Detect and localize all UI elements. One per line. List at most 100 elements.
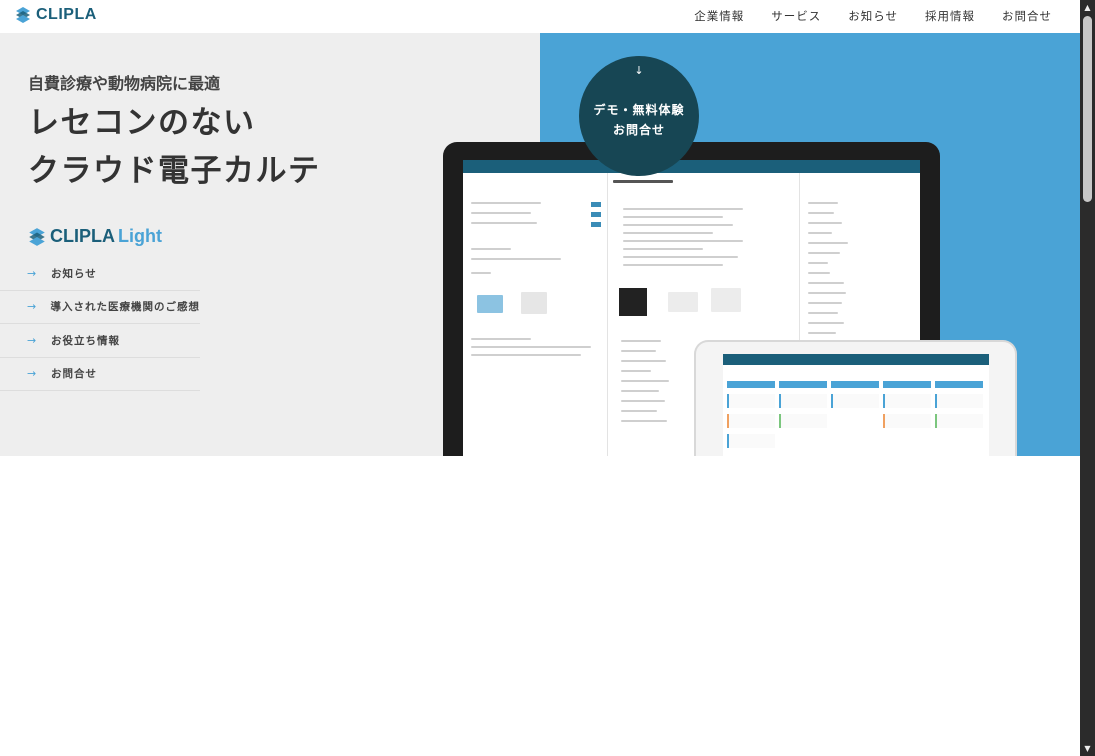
app-text-line bbox=[808, 242, 848, 244]
hero-title-line2: クラウド電子カルテ bbox=[28, 153, 321, 189]
app-text-line bbox=[808, 332, 836, 334]
app-text-line bbox=[471, 354, 581, 356]
clipla-light-logo-icon bbox=[29, 227, 45, 246]
app-text-line bbox=[621, 370, 651, 372]
page: CLIPLA 企業情報 サービス お知らせ 採用情報 お問合せ 自費診療や動物病… bbox=[0, 0, 1095, 756]
sub-menu-item-resources[interactable]: → お役立ち情報 bbox=[0, 324, 200, 358]
app-text-line bbox=[808, 222, 842, 224]
tablet-app-header bbox=[723, 354, 989, 365]
app-text-line bbox=[621, 350, 656, 352]
sub-menu-label: お問合せ bbox=[51, 368, 97, 381]
nav-services[interactable]: サービス bbox=[771, 8, 821, 24]
page-scrollbar[interactable]: ▲ ▼ bbox=[1080, 0, 1095, 756]
main-nav: 企業情報 サービス お知らせ 採用情報 お問合せ bbox=[694, 8, 1052, 24]
app-text-line bbox=[623, 264, 723, 266]
app-text-line bbox=[621, 420, 667, 422]
tablet-card bbox=[935, 394, 983, 408]
app-text-line bbox=[471, 272, 491, 274]
clipla-logo-icon bbox=[16, 7, 30, 23]
app-text-line bbox=[621, 360, 666, 362]
tablet-mockup-image bbox=[694, 340, 1017, 456]
arrow-down-icon: ↓ bbox=[634, 64, 644, 77]
hero-subtitle: 自費診療や動物病院に最適 bbox=[28, 74, 221, 93]
app-text-line bbox=[471, 222, 537, 224]
demo-label-line1: デモ・無料体験 bbox=[593, 103, 685, 117]
app-xray-image bbox=[619, 288, 647, 316]
tablet-lane bbox=[831, 381, 879, 388]
sub-menu-label: お役立ち情報 bbox=[51, 334, 120, 347]
clipla-light-logo: CLIPLA Light bbox=[27, 226, 162, 247]
app-text-line bbox=[621, 340, 661, 342]
app-text-line bbox=[623, 232, 713, 234]
tablet-card bbox=[883, 414, 931, 428]
app-text-line bbox=[623, 256, 738, 258]
app-thumbnail bbox=[521, 292, 547, 314]
app-text-line bbox=[623, 208, 743, 210]
tablet-card bbox=[727, 414, 775, 428]
app-text-line bbox=[808, 282, 844, 284]
arrow-right-icon: → bbox=[27, 367, 37, 381]
app-text-line bbox=[623, 216, 723, 218]
scrollbar-thumb[interactable] bbox=[1083, 16, 1092, 202]
app-text-line bbox=[808, 252, 840, 254]
sub-menu-item-testimonials[interactable]: → 導入された医療機関のご感想 bbox=[0, 291, 200, 324]
tablet-lane bbox=[779, 381, 827, 388]
scroll-up-icon[interactable]: ▲ bbox=[1080, 0, 1095, 15]
scroll-down-icon[interactable]: ▼ bbox=[1080, 741, 1095, 756]
app-text-line bbox=[471, 338, 531, 340]
app-text-line bbox=[808, 262, 828, 264]
demo-trial-button[interactable]: ↓ デモ・無料体験 お問合せ bbox=[579, 56, 699, 176]
tablet-card bbox=[883, 394, 931, 408]
app-text-line bbox=[623, 240, 743, 242]
app-tag bbox=[591, 202, 601, 207]
app-thumbnail bbox=[477, 295, 503, 313]
tablet-lane bbox=[727, 381, 775, 388]
tablet-card bbox=[779, 394, 827, 408]
tablet-card bbox=[935, 414, 983, 428]
light-logo-suffix: Light bbox=[118, 226, 162, 246]
tablet-lane bbox=[883, 381, 931, 388]
sub-menu-item-news[interactable]: → お知らせ bbox=[0, 257, 200, 291]
app-tag bbox=[591, 222, 601, 227]
tablet-screen bbox=[723, 354, 989, 456]
app-text-line bbox=[471, 346, 591, 348]
app-text-line bbox=[808, 212, 834, 214]
demo-label-line2: お問合せ bbox=[612, 123, 665, 137]
sub-menu-label: お知らせ bbox=[51, 267, 97, 280]
app-text-line bbox=[808, 232, 832, 234]
app-text-line bbox=[808, 312, 838, 314]
hero-sub-menu: → お知らせ → 導入された医療機関のご感想 → お役立ち情報 → お問合せ bbox=[0, 257, 200, 391]
app-text-line bbox=[471, 202, 541, 204]
app-text-line bbox=[623, 224, 733, 226]
tablet-card bbox=[727, 394, 775, 408]
app-tag bbox=[591, 212, 601, 217]
app-text-line bbox=[808, 302, 842, 304]
app-text-line bbox=[621, 400, 665, 402]
site-logo[interactable]: CLIPLA bbox=[14, 6, 97, 24]
tablet-card bbox=[727, 434, 775, 448]
app-text-line bbox=[623, 248, 703, 250]
site-header: CLIPLA 企業情報 サービス お知らせ 採用情報 お問合せ bbox=[0, 0, 1080, 33]
hero-title-line1: レセコンのない bbox=[28, 105, 256, 141]
tablet-card bbox=[831, 394, 879, 408]
arrow-right-icon: → bbox=[27, 266, 37, 280]
app-text-line bbox=[621, 410, 657, 412]
nav-company[interactable]: 企業情報 bbox=[694, 8, 744, 24]
app-text-line bbox=[471, 258, 561, 260]
app-text-line bbox=[471, 248, 511, 250]
nav-news[interactable]: お知らせ bbox=[848, 8, 898, 24]
sub-menu-item-contact[interactable]: → お問合せ bbox=[0, 358, 200, 391]
app-text-line bbox=[808, 292, 846, 294]
app-text-line bbox=[471, 212, 531, 214]
arrow-right-icon: → bbox=[27, 333, 37, 347]
arrow-right-icon: → bbox=[27, 300, 37, 314]
app-text-line bbox=[621, 390, 659, 392]
nav-recruit[interactable]: 採用情報 bbox=[925, 8, 975, 24]
app-text-line bbox=[808, 202, 838, 204]
nav-contact[interactable]: お問合せ bbox=[1002, 8, 1052, 24]
sub-menu-label: 導入された医療機関のご感想 bbox=[50, 301, 200, 314]
app-column-patient bbox=[463, 173, 608, 456]
light-logo-text: CLIPLA bbox=[50, 226, 115, 246]
tablet-lane bbox=[935, 381, 983, 388]
app-date-line bbox=[613, 180, 673, 183]
